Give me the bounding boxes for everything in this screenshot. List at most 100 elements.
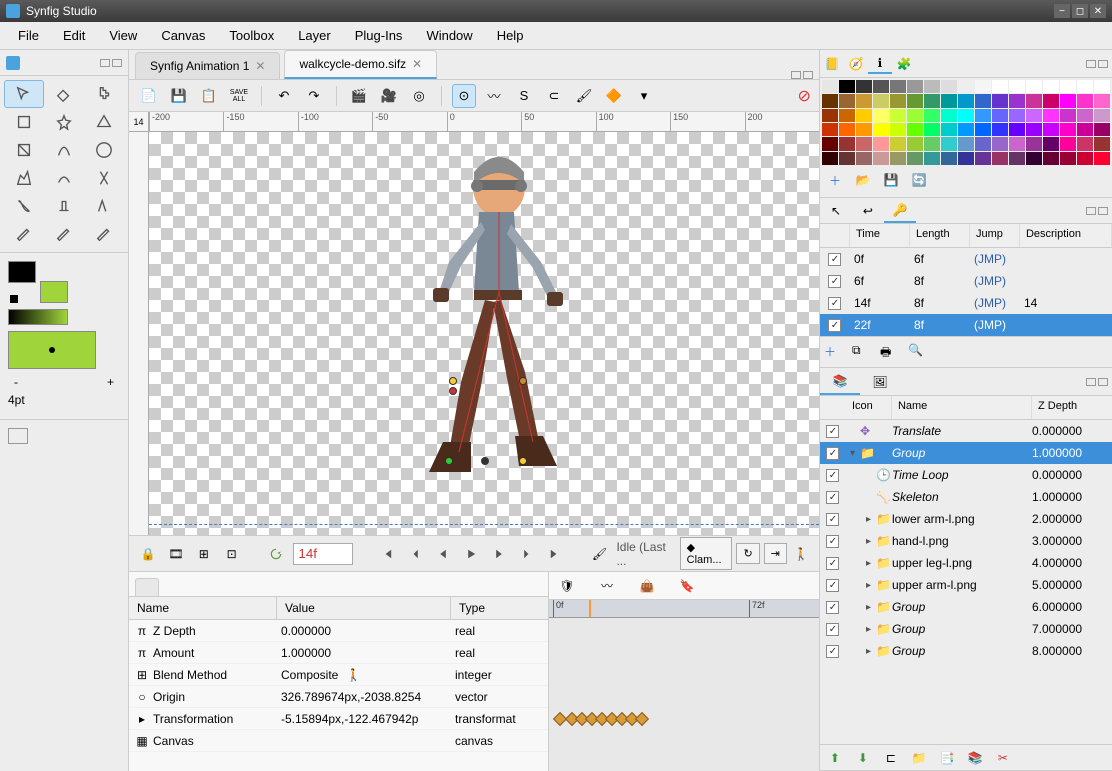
param-row[interactable]: ⊞Blend MethodComposite🚶integer — [129, 664, 548, 686]
params-header-name[interactable]: Name — [129, 597, 277, 619]
prev-frame-button[interactable] — [432, 542, 454, 566]
color-swatch[interactable] — [1060, 123, 1076, 136]
color-swatch[interactable] — [1077, 152, 1093, 165]
menu-file[interactable]: File — [8, 24, 49, 47]
color-swatch[interactable] — [958, 80, 974, 93]
color-swatch[interactable] — [1026, 152, 1042, 165]
keyframe-row[interactable]: 22f8f(JMP) — [820, 314, 1112, 336]
color-swatch[interactable] — [1060, 152, 1076, 165]
layer-row[interactable]: ▾📁Group1.000000 — [820, 442, 1112, 464]
canvas-tool-undo-icon[interactable]: ↶ — [272, 84, 296, 108]
color-swatch[interactable] — [1043, 137, 1059, 150]
color-swatch[interactable] — [890, 109, 906, 122]
color-swatch[interactable] — [1094, 123, 1110, 136]
handle-green-icon[interactable] — [445, 457, 453, 465]
color-swatch[interactable] — [958, 94, 974, 107]
color-swatch[interactable] — [839, 109, 855, 122]
menu-window[interactable]: Window — [416, 24, 482, 47]
foreground-color[interactable] — [8, 261, 36, 283]
color-swatch[interactable] — [1026, 94, 1042, 107]
layer-row[interactable]: ▸📁hand-l.png3.000000 — [820, 530, 1112, 552]
color-swatch[interactable] — [907, 123, 923, 136]
loop-toggle[interactable]: ↻ — [736, 543, 759, 564]
minimize-button[interactable]: − — [1054, 4, 1070, 18]
param-row[interactable]: πAmount1.000000real — [129, 642, 548, 664]
tool-options-tab[interactable] — [8, 428, 28, 444]
color-swatch[interactable] — [1094, 152, 1110, 165]
canvas-tool-normal-icon[interactable]: ⊙ — [452, 84, 476, 108]
layer-row[interactable]: 🦴Skeleton1.000000 — [820, 486, 1112, 508]
color-swatch[interactable] — [941, 80, 957, 93]
keyframe-checkbox[interactable] — [828, 275, 841, 288]
background-color[interactable] — [40, 281, 68, 303]
close-window-button[interactable]: ✕ — [1090, 4, 1106, 18]
canvas-tool-render-icon[interactable]: 🎬 — [347, 84, 371, 108]
prev-keyframe-button[interactable] — [404, 542, 426, 566]
brush-decrease[interactable]: - — [14, 375, 18, 389]
color-swatch[interactable] — [1060, 109, 1076, 122]
color-swatch[interactable] — [890, 123, 906, 136]
color-swatch[interactable] — [873, 80, 889, 93]
menu-help[interactable]: Help — [487, 24, 534, 47]
menu-toolbox[interactable]: Toolbox — [219, 24, 284, 47]
swatch-add-icon[interactable]: ＋ — [826, 171, 844, 189]
document-tab[interactable]: walkcycle-demo.sifz✕ — [284, 50, 437, 79]
tool-eraser-icon[interactable] — [44, 220, 84, 248]
layer-visibility-checkbox[interactable] — [826, 645, 839, 658]
tool-fill-rect-icon[interactable] — [4, 136, 44, 164]
color-swatch[interactable] — [992, 123, 1008, 136]
kf-cursor-tab-icon[interactable]: ↖ — [820, 199, 852, 223]
color-swatch[interactable] — [975, 109, 991, 122]
tool-text-icon[interactable] — [44, 192, 84, 220]
tool-scissors-icon[interactable] — [84, 164, 124, 192]
canvas-tool-new-file-icon[interactable]: 📄 — [137, 84, 161, 108]
seek-start-button[interactable] — [376, 542, 398, 566]
close-tab-icon[interactable]: ✕ — [255, 59, 265, 73]
tl-curve-icon[interactable]: 〰 — [597, 576, 617, 596]
color-swatch[interactable] — [839, 152, 855, 165]
layer-row[interactable]: ▸📁upper leg-l.png4.000000 — [820, 552, 1112, 574]
color-swatch[interactable] — [856, 137, 872, 150]
canvas-tool-save-icon[interactable]: 💾 — [167, 84, 191, 108]
tl-tag-icon[interactable]: 🔖 — [677, 576, 697, 596]
layer-group-icon[interactable]: 📚 — [966, 749, 984, 767]
brush-increase[interactable]: + — [107, 375, 114, 389]
color-swatch[interactable] — [839, 80, 855, 93]
reset-colors-icon[interactable] — [10, 295, 18, 303]
color-swatch[interactable] — [992, 94, 1008, 107]
layer-up-icon[interactable]: ⬆ — [826, 749, 844, 767]
layers-tab-icon[interactable]: 📚 — [820, 369, 860, 395]
param-row[interactable]: πZ Depth0.000000real — [129, 620, 548, 642]
time-input[interactable] — [293, 543, 353, 565]
color-swatch[interactable] — [1043, 109, 1059, 122]
layer-visibility-checkbox[interactable] — [826, 447, 839, 460]
layer-row[interactable]: ▸📁lower arm-l.png2.000000 — [820, 508, 1112, 530]
color-swatch[interactable] — [1043, 123, 1059, 136]
color-swatch[interactable] — [890, 152, 906, 165]
grid-snap-icon[interactable]: ⊞ — [193, 542, 215, 566]
timeline-cursor[interactable] — [589, 600, 591, 617]
handle-black-icon[interactable] — [481, 457, 489, 465]
canvas-tool-preview-icon[interactable]: 🎥 — [377, 84, 401, 108]
layer-down-icon[interactable]: ⬇ — [854, 749, 872, 767]
color-swatch[interactable] — [856, 80, 872, 93]
color-swatch[interactable] — [907, 137, 923, 150]
timeline-ruler[interactable]: 0f 72f — [549, 600, 819, 618]
tool-spline-icon[interactable] — [44, 164, 84, 192]
kf-key-tab-icon[interactable]: 🔑 — [884, 199, 916, 223]
menu-plug-ins[interactable]: Plug-Ins — [345, 24, 413, 47]
layer-visibility-checkbox[interactable] — [826, 579, 839, 592]
color-swatch[interactable] — [941, 152, 957, 165]
handle-red-icon[interactable] — [449, 387, 457, 395]
tool-smooth-move-icon[interactable] — [44, 80, 84, 108]
color-swatch[interactable] — [958, 109, 974, 122]
canvas-tool-region-icon[interactable]: 〰 — [482, 84, 506, 108]
clamp-toggle[interactable]: ◆ Clam... — [680, 537, 733, 570]
color-swatch[interactable] — [924, 152, 940, 165]
lock-icon[interactable]: 🔒 — [137, 542, 159, 566]
gradient-swatch[interactable] — [8, 309, 68, 325]
swatch-save-icon[interactable]: 💾 — [882, 171, 900, 189]
color-swatch[interactable] — [975, 94, 991, 107]
menu-edit[interactable]: Edit — [53, 24, 95, 47]
color-swatch[interactable] — [822, 123, 838, 136]
